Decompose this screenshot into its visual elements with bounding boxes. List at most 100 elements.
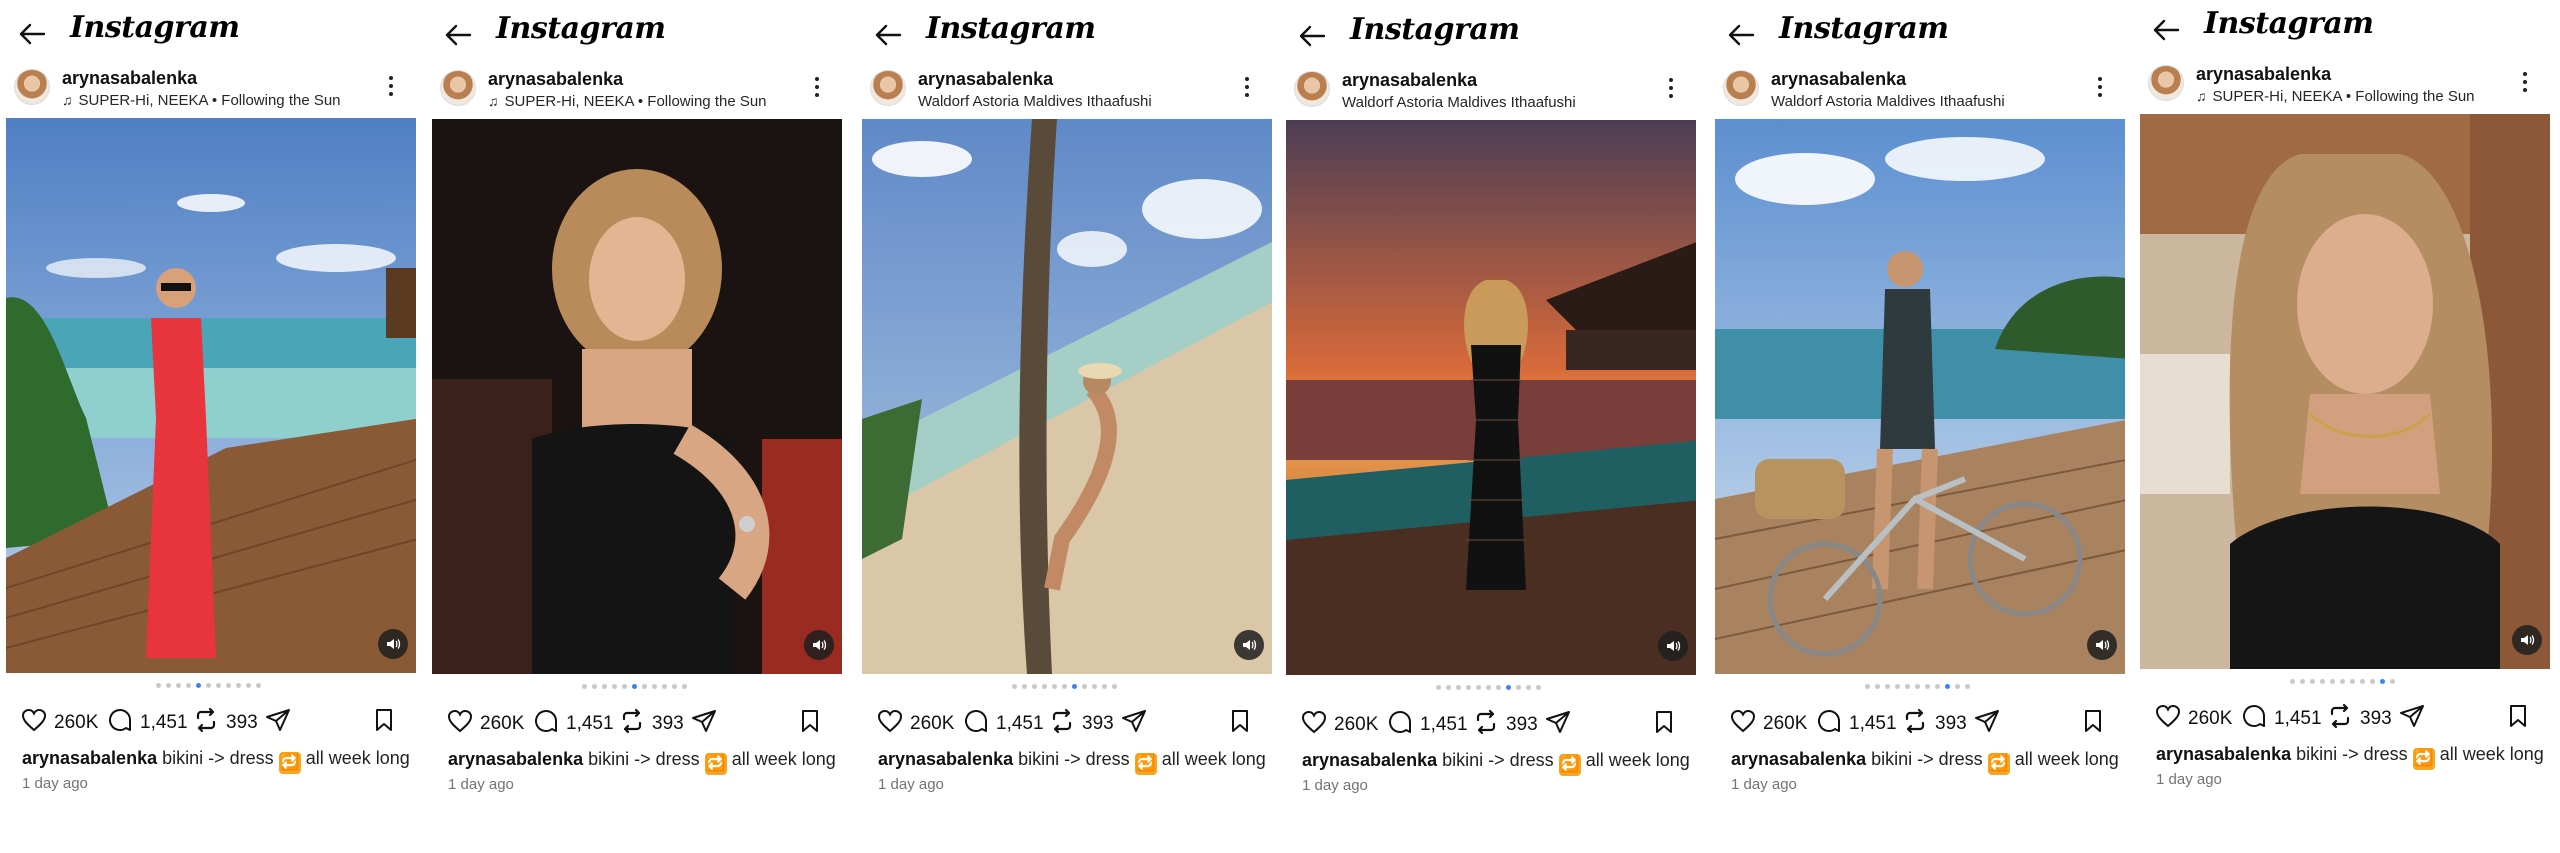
speaker-icon[interactable] [378,629,408,659]
comment-button[interactable]: 1,451 [1386,708,1468,742]
repost-button[interactable]: 393 [1901,707,1967,741]
comment-button[interactable]: 1,451 [532,707,614,741]
save-button[interactable] [370,706,398,740]
post-header: arynasabalenka ♫ SUPER-Hi, NEEKA • Follow… [426,63,842,115]
post-photo[interactable] [432,119,842,674]
carousel-dot [621,684,627,689]
post-subtitle[interactable]: ♫ SUPER-Hi, NEEKA • Following the Sun [488,93,767,110]
post-photo[interactable] [862,119,1272,674]
carousel-dot [1495,685,1501,690]
like-button[interactable]: 260K [20,706,98,740]
repost-button[interactable]: 393 [192,706,258,740]
bookmark-icon [2079,707,2107,741]
repost-emoji-icon: 🔁 [278,752,301,774]
post-subtitle[interactable]: Waldorf Astoria Maldives Ithaafushi [1771,93,2005,110]
caption-username[interactable]: arynasabalenka [878,749,1013,769]
like-count: 260K [54,712,99,733]
like-button[interactable]: 260K [876,707,954,741]
save-button[interactable] [796,707,824,741]
send-icon [2398,702,2426,736]
repost-button[interactable]: 393 [2326,702,2392,736]
comment-button[interactable]: 1,451 [1815,707,1897,741]
avatar[interactable] [440,70,476,106]
like-button[interactable]: 260K [446,707,524,741]
like-button[interactable]: 260K [1300,708,1378,742]
carousel-dot [1435,685,1441,690]
post-username[interactable]: arynasabalenka [62,68,197,89]
back-arrow-icon[interactable] [18,22,50,48]
save-button[interactable] [1226,707,1254,741]
share-button[interactable] [264,706,292,740]
comment-icon [1386,708,1414,742]
comment-button[interactable]: 1,451 [962,707,1044,741]
post-subtitle[interactable]: Waldorf Astoria Maldives Ithaafushi [918,93,1152,110]
caption-username[interactable]: arynasabalenka [1302,750,1437,770]
back-arrow-icon[interactable] [2152,18,2184,44]
caption-username[interactable]: arynasabalenka [2156,744,2291,764]
caption-username[interactable]: arynasabalenka [1731,749,1866,769]
post-photo[interactable] [1715,119,2125,674]
music-note-icon: ♫ [488,93,499,109]
caption-username[interactable]: arynasabalenka [22,748,157,768]
share-button[interactable] [1973,707,2001,741]
avatar[interactable] [1294,71,1330,107]
post-username[interactable]: arynasabalenka [488,69,623,90]
more-options-icon[interactable] [1666,76,1676,100]
speaker-icon[interactable] [2512,625,2542,655]
speaker-icon[interactable] [1234,630,1264,660]
avatar[interactable] [14,69,50,105]
instagram-logo: Instagram [1779,11,1949,46]
share-button[interactable] [690,707,718,741]
save-button[interactable] [2079,707,2107,741]
instagram-logo: Instagram [2204,6,2374,41]
carousel-dot [681,684,687,689]
share-button[interactable] [2398,702,2426,736]
post-photo[interactable] [2140,114,2550,669]
more-options-icon[interactable] [2095,75,2105,99]
avatar[interactable] [2148,65,2184,101]
like-button[interactable]: 260K [1729,707,1807,741]
post-timestamp: 1 day ago [1302,777,1368,794]
post-photo[interactable] [1286,120,1696,675]
repost-button[interactable]: 393 [618,707,684,741]
save-button[interactable] [2504,702,2532,736]
carousel-dot [1914,684,1920,689]
repost-button[interactable]: 393 [1472,708,1538,742]
back-arrow-icon[interactable] [1727,23,1759,49]
more-options-icon[interactable] [1242,75,1252,99]
repost-icon [2326,702,2354,736]
post-subtitle[interactable]: ♫ SUPER-Hi, NEEKA • Following the Sun [62,92,341,109]
share-button[interactable] [1544,708,1572,742]
comment-button[interactable]: 1,451 [106,706,188,740]
caption-username[interactable]: arynasabalenka [448,749,583,769]
post-subtitle[interactable]: ♫ SUPER-Hi, NEEKA • Following the Sun [2196,88,2475,105]
back-arrow-icon[interactable] [1298,24,1330,50]
post-username[interactable]: arynasabalenka [2196,64,2331,85]
comment-count: 1,451 [140,712,188,733]
save-button[interactable] [1650,708,1678,742]
comment-button[interactable]: 1,451 [2240,702,2322,736]
post-username[interactable]: arynasabalenka [1771,69,1906,90]
post-username[interactable]: arynasabalenka [918,69,1053,90]
more-options-icon[interactable] [812,75,822,99]
caption-text-end: all week long [2014,749,2119,769]
back-arrow-icon[interactable] [444,23,476,49]
post-panel: Instagram arynasabalenka ♫ SUPER-Hi, NEEK… [426,1,842,853]
speaker-icon[interactable] [804,630,834,660]
avatar[interactable] [1723,70,1759,106]
avatar[interactable] [870,70,906,106]
share-button[interactable] [1120,707,1148,741]
post-photo[interactable] [6,118,416,673]
post-caption: arynasabalenka bikini -> dress 🔁 all wee… [1731,749,2119,775]
speaker-icon[interactable] [2087,630,2117,660]
more-options-icon[interactable] [386,74,396,98]
repost-button[interactable]: 393 [1048,707,1114,741]
post-username[interactable]: arynasabalenka [1342,70,1477,91]
post-subtitle[interactable]: Waldorf Astoria Maldives Ithaafushi [1342,94,1576,111]
back-arrow-icon[interactable] [874,23,906,49]
send-icon [690,707,718,741]
speaker-icon[interactable] [1658,631,1688,661]
like-button[interactable]: 260K [2154,702,2232,736]
like-count: 260K [480,713,525,734]
more-options-icon[interactable] [2520,70,2530,94]
